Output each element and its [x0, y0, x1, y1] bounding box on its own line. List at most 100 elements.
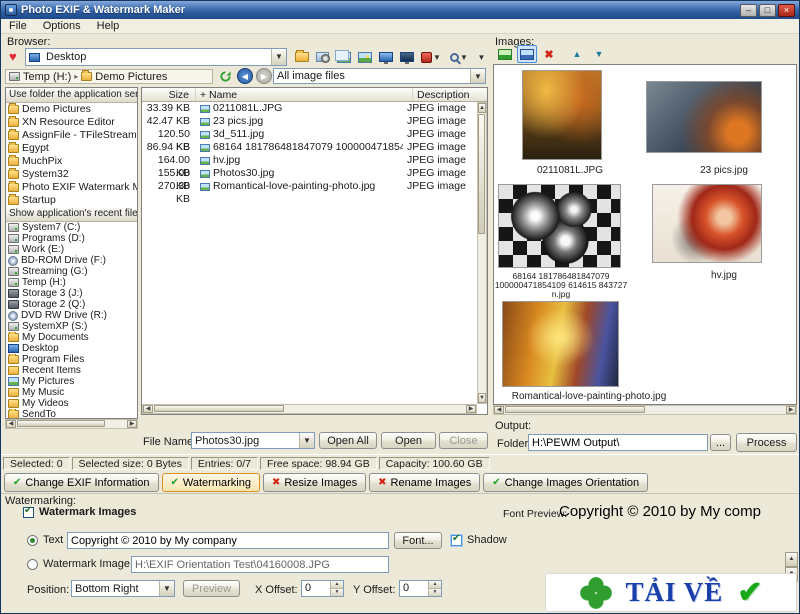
folder-item[interactable]: MuchPix	[6, 155, 137, 168]
menu-item[interactable]: Help	[89, 19, 128, 34]
chevron-down-icon[interactable]: ▼	[470, 69, 485, 83]
place-item[interactable]: SendTo	[6, 409, 137, 419]
folder-item[interactable]: Photo EXIF Watermark Maker	[6, 181, 137, 194]
move-down-button[interactable]: ▼	[589, 45, 609, 63]
column-size[interactable]: Size	[142, 88, 196, 101]
file-row[interactable]: 33.39 KB 0211081L.JPG JPEG image	[142, 102, 477, 115]
thumbnail[interactable]	[652, 184, 762, 263]
text-radio-row[interactable]: Text	[27, 534, 63, 546]
menu-item[interactable]: File	[1, 19, 35, 34]
spin-down-icon[interactable]: ▼	[331, 588, 343, 596]
preview-button[interactable]: Preview	[183, 580, 240, 597]
minimize-button[interactable]: –	[740, 4, 757, 17]
scroll-left-icon[interactable]: ◀	[494, 406, 504, 414]
scroll-down-icon[interactable]: ▼	[478, 393, 486, 403]
tag-menu-button[interactable]: ▼	[418, 48, 444, 66]
scroll-right-icon[interactable]: ▶	[127, 420, 137, 428]
spin-up-icon[interactable]: ▲	[331, 581, 343, 588]
breadcrumb-segment[interactable]: Temp (H:)	[9, 71, 71, 83]
scroll-right-icon[interactable]: ▶	[466, 405, 476, 413]
place-item[interactable]: Programs (D:)	[6, 233, 137, 244]
folder-item[interactable]: Demo Pictures	[6, 103, 137, 116]
scroll-thumb[interactable]	[154, 405, 284, 412]
folder-item[interactable]: Egypt	[6, 142, 137, 155]
watermark-images-checkbox[interactable]	[23, 507, 34, 518]
slideshow-button[interactable]	[376, 48, 395, 66]
folder-item[interactable]: System32	[6, 168, 137, 181]
place-item[interactable]: My Videos	[6, 398, 137, 409]
download-badge[interactable]: TẢI VỀ ✔	[545, 573, 797, 612]
watermark-text-input[interactable]	[67, 532, 389, 549]
place-item[interactable]: My Documents	[6, 332, 137, 343]
more-menu-button[interactable]: ▼	[474, 48, 488, 66]
refresh-button[interactable]	[217, 68, 233, 84]
file-row[interactable]: 120.50 KB 3d_511.jpg JPEG image	[142, 128, 477, 141]
font-button[interactable]: Font...	[394, 532, 442, 549]
thumbnail[interactable]	[522, 70, 602, 160]
folder-item[interactable]: AssignFile - TFileStream Spe...	[6, 129, 137, 142]
watermark-image-radio-row[interactable]: Watermark Image	[27, 558, 130, 570]
add-images-button[interactable]	[495, 45, 515, 63]
feature-tab[interactable]: Resize Images	[263, 473, 366, 492]
place-item[interactable]: Storage 2 (Q:)	[6, 299, 137, 310]
place-item[interactable]: Recent Items	[6, 365, 137, 376]
place-item[interactable]: Streaming (G:)	[6, 266, 137, 277]
close-file-button[interactable]: Close	[439, 432, 488, 449]
view-images-button[interactable]	[517, 45, 537, 63]
close-button[interactable]: ×	[778, 4, 795, 17]
file-list-vscrollbar[interactable]: ▲ ▼	[477, 102, 487, 404]
image-export-button[interactable]	[355, 48, 374, 66]
remove-image-button[interactable]: ✖	[539, 45, 559, 63]
watermark-images-checkbox-row[interactable]: Watermark Images	[23, 506, 136, 518]
file-row[interactable]: 42.47 KB 23 pics.jpg JPEG image	[142, 115, 477, 128]
images-button[interactable]	[334, 48, 353, 66]
file-row[interactable]: 155.00 KB Photos30.jpg JPEG image	[142, 167, 477, 180]
scroll-right-icon[interactable]: ▶	[786, 406, 796, 414]
scroll-up-icon[interactable]: ▲	[785, 552, 798, 567]
breadcrumb[interactable]: Temp (H:) Demo Pictures	[5, 69, 213, 84]
recent-files-header[interactable]: Show application's recent files	[6, 207, 137, 222]
thumbnail[interactable]	[646, 81, 762, 153]
place-item[interactable]: DVD RW Drive (R:)	[6, 310, 137, 321]
watermark-image-radio[interactable]	[27, 559, 38, 570]
feature-tab[interactable]: Change EXIF Information	[4, 473, 159, 492]
file-row[interactable]: 270.30 KB Romantical-love-painting-photo…	[142, 180, 477, 193]
feature-tab[interactable]: Change Images Orientation	[483, 473, 648, 492]
folder-item[interactable]: Startup	[6, 194, 137, 207]
favorites-heart-icon[interactable]: ♥	[9, 50, 17, 64]
spin-down-icon[interactable]: ▼	[429, 588, 441, 596]
folder-panel-hscrollbar[interactable]: ◀ ▶	[5, 419, 138, 429]
scroll-up-icon[interactable]: ▲	[478, 103, 486, 113]
scroll-left-icon[interactable]: ◀	[143, 405, 153, 413]
chevron-down-icon[interactable]: ▼	[271, 49, 286, 65]
image-settings-button[interactable]	[313, 48, 332, 66]
x-offset-stepper[interactable]: 0 ▲▼	[301, 580, 344, 597]
text-radio[interactable]	[27, 535, 38, 546]
open-folder-button[interactable]	[292, 48, 311, 66]
column-name[interactable]: + Name	[196, 88, 413, 101]
open-button[interactable]: Open	[381, 432, 436, 449]
place-item[interactable]: My Music	[6, 387, 137, 398]
feature-tab[interactable]: Watermarking	[162, 473, 260, 492]
file-filter-combobox[interactable]: All image files ▼	[273, 68, 486, 84]
watermark-image-path-input[interactable]	[131, 556, 389, 573]
file-name-combobox[interactable]: Photos30.jpg ▼	[191, 432, 315, 449]
feature-tab[interactable]: Rename Images	[369, 473, 480, 492]
location-combobox[interactable]: Desktop ▼	[25, 48, 287, 66]
open-all-button[interactable]: Open All	[319, 432, 377, 449]
move-up-button[interactable]: ▲	[567, 45, 587, 63]
scroll-thumb[interactable]	[505, 406, 645, 413]
chevron-down-icon[interactable]: ▼	[159, 581, 174, 596]
sent-folder-header[interactable]: Use folder the application sent	[6, 88, 137, 103]
thumbnail[interactable]	[502, 301, 619, 387]
back-button[interactable]: ◀	[237, 68, 253, 84]
place-item[interactable]: My Pictures	[6, 376, 137, 387]
title-bar[interactable]: Photo EXIF & Watermark Maker – □ ×	[1, 1, 799, 19]
file-row[interactable]: 86.94 KB 68164 181786481847079 100000471…	[142, 141, 477, 154]
scroll-left-icon[interactable]: ◀	[6, 420, 16, 428]
menu-item[interactable]: Options	[35, 19, 89, 34]
process-button[interactable]: Process	[736, 433, 797, 452]
maximize-button[interactable]: □	[759, 4, 776, 17]
place-item[interactable]: System7 (C:)	[6, 222, 137, 233]
y-offset-stepper[interactable]: 0 ▲▼	[399, 580, 442, 597]
